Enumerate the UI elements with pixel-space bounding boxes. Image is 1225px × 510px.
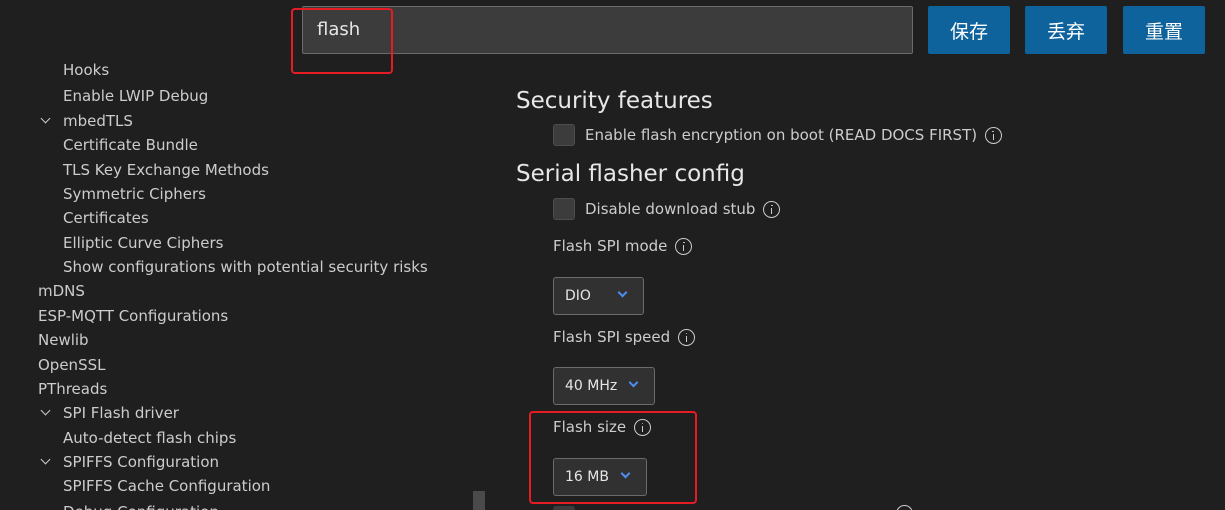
spi-mode-label: Flash SPI mode — [553, 237, 668, 255]
sidebar-item-certificate-bundle[interactable]: Certificate Bundle — [63, 133, 198, 157]
info-icon[interactable] — [678, 328, 696, 346]
info-icon[interactable] — [763, 200, 781, 218]
sidebar-item-mbedtls[interactable]: mbedTLS — [38, 109, 133, 133]
sidebar-item-newlib[interactable]: Newlib — [38, 328, 89, 352]
next-option-checkbox[interactable] — [553, 506, 575, 510]
disable-stub-option: Disable download stub — [553, 197, 781, 221]
config-editor: flash 保存 丢弃 重置 Hooks Enable LWIP Debug m… — [0, 0, 1225, 510]
section-title-serial-flasher: Serial flasher config — [516, 161, 745, 187]
disable-stub-label: Disable download stub — [585, 200, 756, 218]
flash-encryption-option: Enable flash encryption on boot (READ DO… — [553, 123, 1003, 147]
sidebar-item-spiffs-cache[interactable]: SPIFFS Cache Configuration — [63, 474, 270, 498]
scrollbar-thumb[interactable] — [473, 491, 485, 510]
chevron-down-icon — [628, 377, 639, 388]
sidebar-item-spiffs-config[interactable]: SPIFFS Configuration — [38, 450, 219, 474]
spi-mode-select[interactable]: DIO — [553, 277, 644, 315]
sidebar-item-spi-flash-driver[interactable]: SPI Flash driver — [38, 401, 179, 425]
chevron-down-icon — [38, 405, 54, 421]
spi-speed-value: 40 MHz — [565, 378, 618, 394]
search-highlight-box — [291, 8, 393, 74]
flash-encryption-checkbox[interactable] — [553, 124, 575, 146]
spi-speed-field: Flash SPI speed — [553, 326, 696, 348]
spi-speed-select[interactable]: 40 MHz — [553, 367, 655, 405]
chevron-down-icon — [38, 454, 54, 470]
info-icon[interactable] — [675, 237, 693, 255]
sidebar-item-mdns[interactable]: mDNS — [38, 279, 85, 303]
discard-button[interactable]: 丢弃 — [1025, 6, 1107, 54]
flash-encryption-label: Enable flash encryption on boot (READ DO… — [585, 126, 978, 144]
sidebar-item-auto-detect-flash[interactable]: Auto-detect flash chips — [63, 426, 236, 450]
sidebar-item-debug-config[interactable]: Debug Configuration — [63, 499, 219, 510]
info-icon[interactable] — [985, 126, 1003, 144]
sidebar-item-symmetric-ciphers[interactable]: Symmetric Ciphers — [63, 182, 206, 206]
info-icon[interactable] — [896, 505, 913, 510]
sidebar-item-hooks[interactable]: Hooks — [63, 60, 109, 80]
reset-button[interactable]: 重置 — [1123, 6, 1205, 54]
flash-size-highlight-box — [529, 411, 697, 504]
spi-mode-field: Flash SPI mode — [553, 235, 693, 257]
spi-speed-label: Flash SPI speed — [553, 328, 671, 346]
search-input[interactable]: flash — [302, 6, 913, 54]
sidebar-item-enable-lwip-debug[interactable]: Enable LWIP Debug — [63, 84, 208, 108]
spi-mode-value: DIO — [565, 288, 591, 304]
sidebar-item-security-risks[interactable]: Show configurations with potential secur… — [63, 255, 428, 279]
sidebar-item-tls-key-exchange[interactable]: TLS Key Exchange Methods — [63, 158, 269, 182]
sidebar-item-certificates[interactable]: Certificates — [63, 206, 149, 230]
sidebar-item-elliptic-curve[interactable]: Elliptic Curve Ciphers — [63, 231, 223, 255]
disable-stub-checkbox[interactable] — [553, 198, 575, 220]
chevron-down-icon — [38, 113, 54, 129]
sidebar-item-pthreads[interactable]: PThreads — [38, 377, 107, 401]
save-button[interactable]: 保存 — [928, 6, 1010, 54]
sidebar-item-esp-mqtt[interactable]: ESP-MQTT Configurations — [38, 304, 228, 328]
chevron-down-icon — [617, 287, 628, 298]
section-title-security: Security features — [516, 88, 713, 114]
sidebar-item-openssl[interactable]: OpenSSL — [38, 353, 105, 377]
